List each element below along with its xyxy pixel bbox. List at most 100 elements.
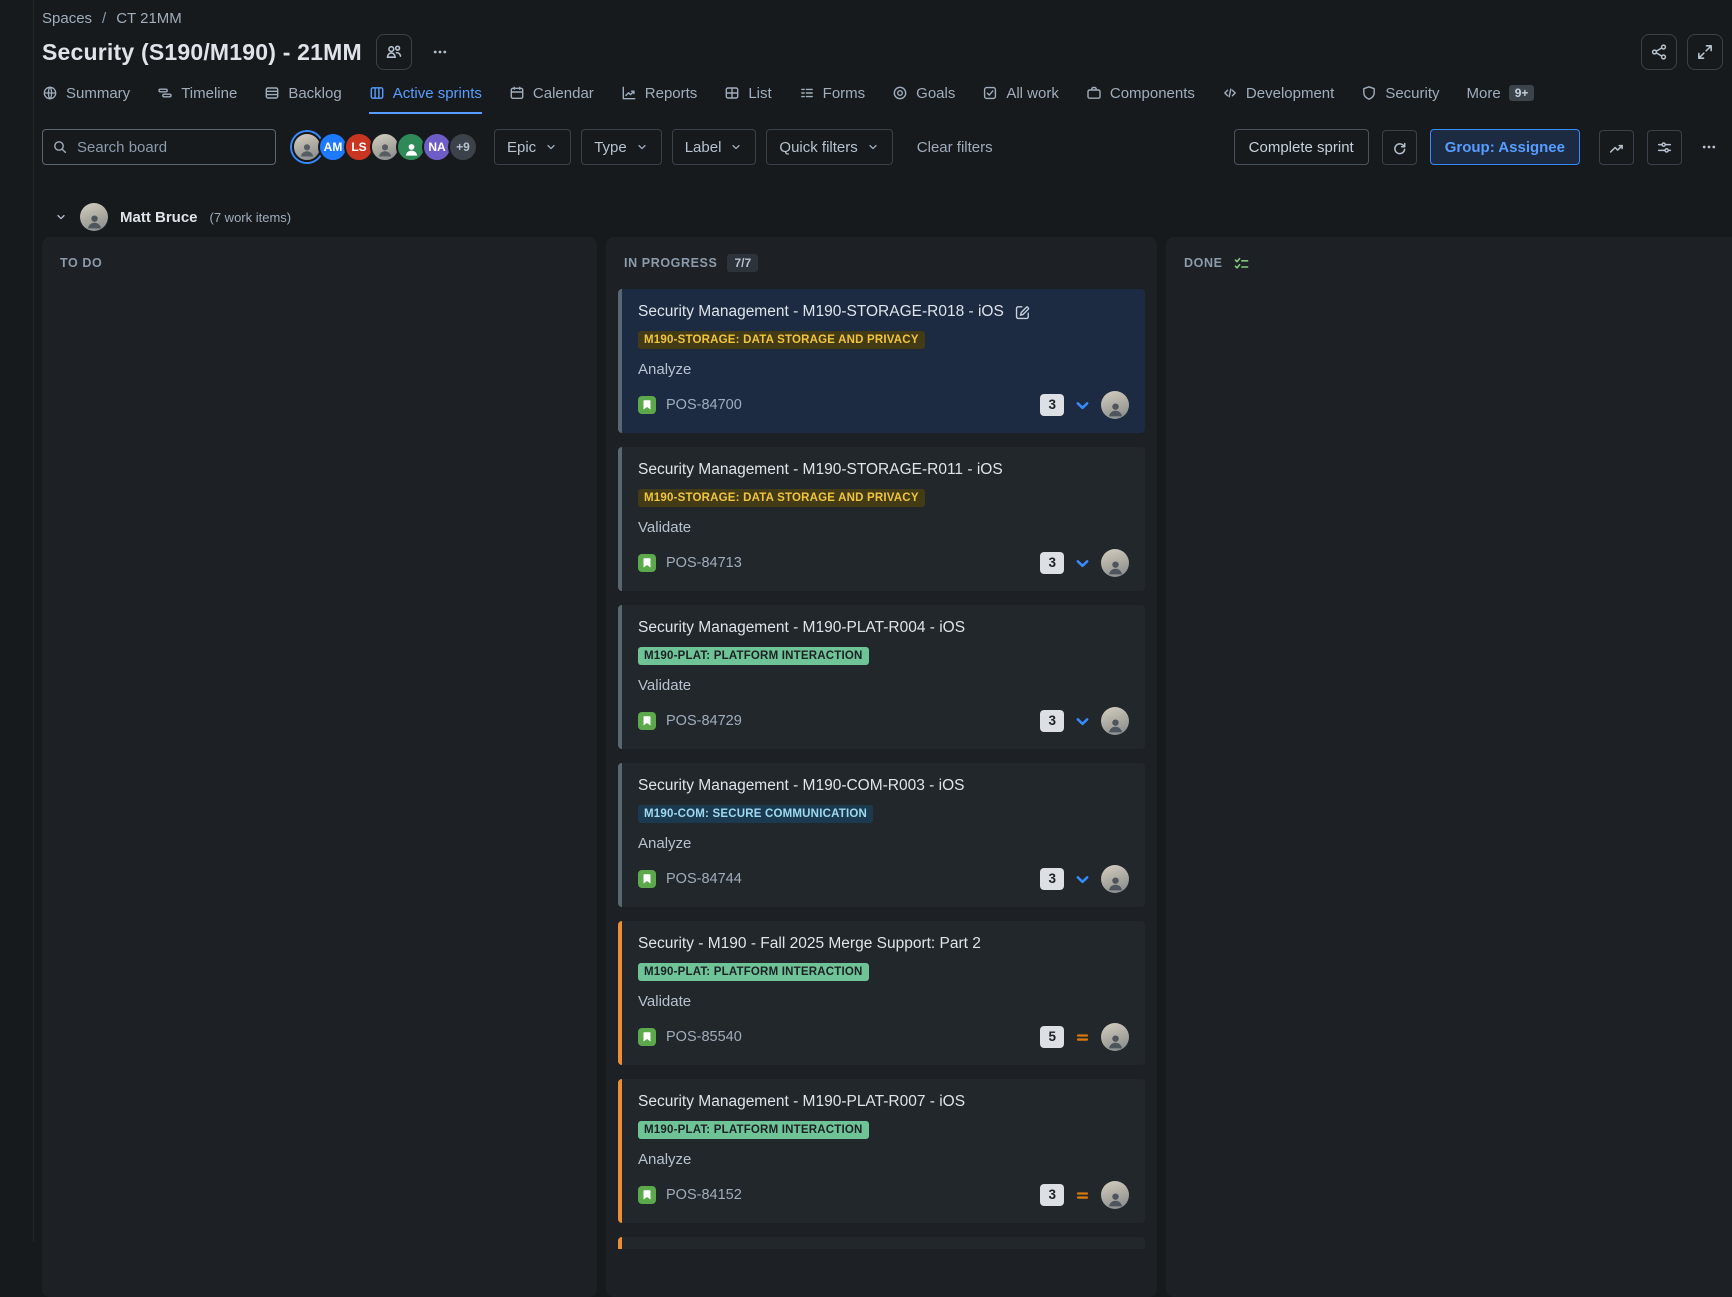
story-type-icon xyxy=(638,870,656,888)
board-icon xyxy=(369,85,385,101)
estimate-badge: 3 xyxy=(1040,710,1064,732)
assignee-avatar[interactable] xyxy=(1101,1181,1129,1209)
tab-summary[interactable]: Summary xyxy=(42,79,130,114)
person-icon xyxy=(403,141,420,158)
tab-development[interactable]: Development xyxy=(1222,79,1334,114)
estimate-badge: 3 xyxy=(1040,1184,1064,1206)
tab-components[interactable]: Components xyxy=(1086,79,1195,114)
person-icon xyxy=(298,141,316,159)
group-by-assignee-button[interactable]: Group: Assignee xyxy=(1430,129,1580,165)
trend-chart-icon xyxy=(1608,139,1625,156)
complete-sprint-button[interactable]: Complete sprint xyxy=(1234,129,1369,165)
search-icon xyxy=(52,139,68,155)
card-key: POS-84729 xyxy=(666,713,742,729)
chevron-down-icon xyxy=(635,140,649,154)
column-todo-header: TO DO xyxy=(54,247,585,279)
column-in-progress-header: IN PROGRESS 7/7 xyxy=(618,247,1145,279)
tab-backlog[interactable]: Backlog xyxy=(264,79,341,114)
share-with-team-button[interactable] xyxy=(376,34,412,70)
priority-low-icon xyxy=(1074,713,1091,730)
assignee-group-header: Matt Bruce (7 work items) xyxy=(42,203,1723,231)
epic-filter-dropdown[interactable]: Epic xyxy=(494,129,571,165)
card-accent-bar xyxy=(618,447,622,591)
epic-label-chip: M190-PLAT: PLATFORM INTERACTION xyxy=(638,647,869,665)
card-key: POS-84700 xyxy=(666,397,742,413)
card-status: Validate xyxy=(638,519,1129,537)
tab-reports[interactable]: Reports xyxy=(621,79,698,114)
tab-timeline[interactable]: Timeline xyxy=(157,79,237,114)
person-icon xyxy=(376,141,394,159)
assignee-avatar[interactable] xyxy=(1101,1023,1129,1051)
column-done: DONE xyxy=(1166,237,1732,1297)
priority-low-icon xyxy=(1074,397,1091,414)
assignee-avatar[interactable] xyxy=(1101,549,1129,577)
tab-security[interactable]: Security xyxy=(1361,79,1439,114)
view-settings-button[interactable] xyxy=(1647,130,1682,165)
assignee-avatar[interactable] xyxy=(1101,865,1129,893)
breadcrumb-link-project[interactable]: CT 21MM xyxy=(116,10,182,27)
person-icon xyxy=(1106,400,1125,419)
edit-icon[interactable] xyxy=(1014,304,1031,321)
assignee-avatar[interactable] xyxy=(1101,391,1129,419)
tab-forms[interactable]: Forms xyxy=(799,79,866,114)
breadcrumb-link-spaces[interactable]: Spaces xyxy=(42,10,92,27)
priority-low-icon xyxy=(1074,871,1091,888)
epic-label-chip: M190-PLAT: PLATFORM INTERACTION xyxy=(638,1121,869,1139)
share-button[interactable] xyxy=(1641,34,1677,70)
feedback-loop-button[interactable] xyxy=(1382,130,1417,165)
epic-label-chip: M190-COM: SECURE COMMUNICATION xyxy=(638,805,873,823)
insights-button[interactable] xyxy=(1599,130,1634,165)
board-card[interactable]: Security - M190 - Fall 2025 Merge Suppor… xyxy=(618,921,1145,1065)
forms-icon xyxy=(799,85,815,101)
board-card[interactable]: Security Management - M190-PLAT-R004 - i… xyxy=(618,605,1145,749)
card-key: POS-85540 xyxy=(666,1029,742,1045)
story-type-icon xyxy=(638,712,656,730)
board-card[interactable]: Security Management - M190-STORAGE-R011 … xyxy=(618,447,1145,591)
card-title: Security Management - M190-STORAGE-R011 … xyxy=(638,460,1003,480)
card-key: POS-84713 xyxy=(666,555,742,571)
title-more-button[interactable] xyxy=(426,38,454,66)
board-card[interactable]: Security Management - M190-PLAT-R007 - i… xyxy=(618,1079,1145,1223)
tab-goals[interactable]: Goals xyxy=(892,79,955,114)
tab-active-sprints[interactable]: Active sprints xyxy=(369,79,482,114)
avatar-9[interactable]: +9 xyxy=(448,132,478,162)
card-accent-bar xyxy=(618,289,622,433)
story-type-icon xyxy=(638,554,656,572)
board-card[interactable]: Security Management - M190-STORAGE-R018 … xyxy=(618,289,1145,433)
expand-icon xyxy=(1696,43,1714,61)
fullscreen-button[interactable] xyxy=(1687,34,1723,70)
tab-calendar[interactable]: Calendar xyxy=(509,79,594,114)
timeline-icon xyxy=(157,85,173,101)
label-filter-dropdown[interactable]: Label xyxy=(672,129,757,165)
tab-all-work[interactable]: All work xyxy=(982,79,1059,114)
assignee-avatar-filter: AMLSNA+9 xyxy=(292,132,478,162)
chevron-down-icon xyxy=(544,140,558,154)
board-card[interactable] xyxy=(618,1237,1145,1249)
person-icon xyxy=(1106,716,1125,735)
estimate-badge: 3 xyxy=(1040,552,1064,574)
board-card[interactable]: Security Management - M190-COM-R003 - iO… xyxy=(618,763,1145,907)
quick-filters-filter-dropdown[interactable]: Quick filters xyxy=(766,129,892,165)
search-input[interactable] xyxy=(42,129,276,165)
person-icon xyxy=(1106,874,1125,893)
assignee-avatar[interactable] xyxy=(1101,707,1129,735)
clear-filters-button[interactable]: Clear filters xyxy=(911,138,999,157)
column-name: IN PROGRESS xyxy=(624,256,717,270)
card-accent-bar xyxy=(618,921,622,1065)
story-type-icon xyxy=(638,396,656,414)
tab-list[interactable]: List xyxy=(724,79,771,114)
column-name: TO DO xyxy=(60,256,102,270)
priority-low-icon xyxy=(1074,555,1091,572)
sliders-icon xyxy=(1656,139,1673,156)
story-type-icon xyxy=(638,1028,656,1046)
type-filter-dropdown[interactable]: Type xyxy=(581,129,662,165)
card-title: Security - M190 - Fall 2025 Merge Suppor… xyxy=(638,934,981,954)
card-status: Analyze xyxy=(638,361,1129,379)
estimate-badge: 5 xyxy=(1040,1026,1064,1048)
reports-icon xyxy=(621,85,637,101)
search-box xyxy=(42,129,276,165)
toolbar-more-button[interactable] xyxy=(1695,133,1723,161)
share-icon xyxy=(1650,43,1668,61)
collapse-group-chevron-icon[interactable] xyxy=(54,210,68,224)
tab-more[interactable]: More 9+ xyxy=(1467,79,1535,114)
